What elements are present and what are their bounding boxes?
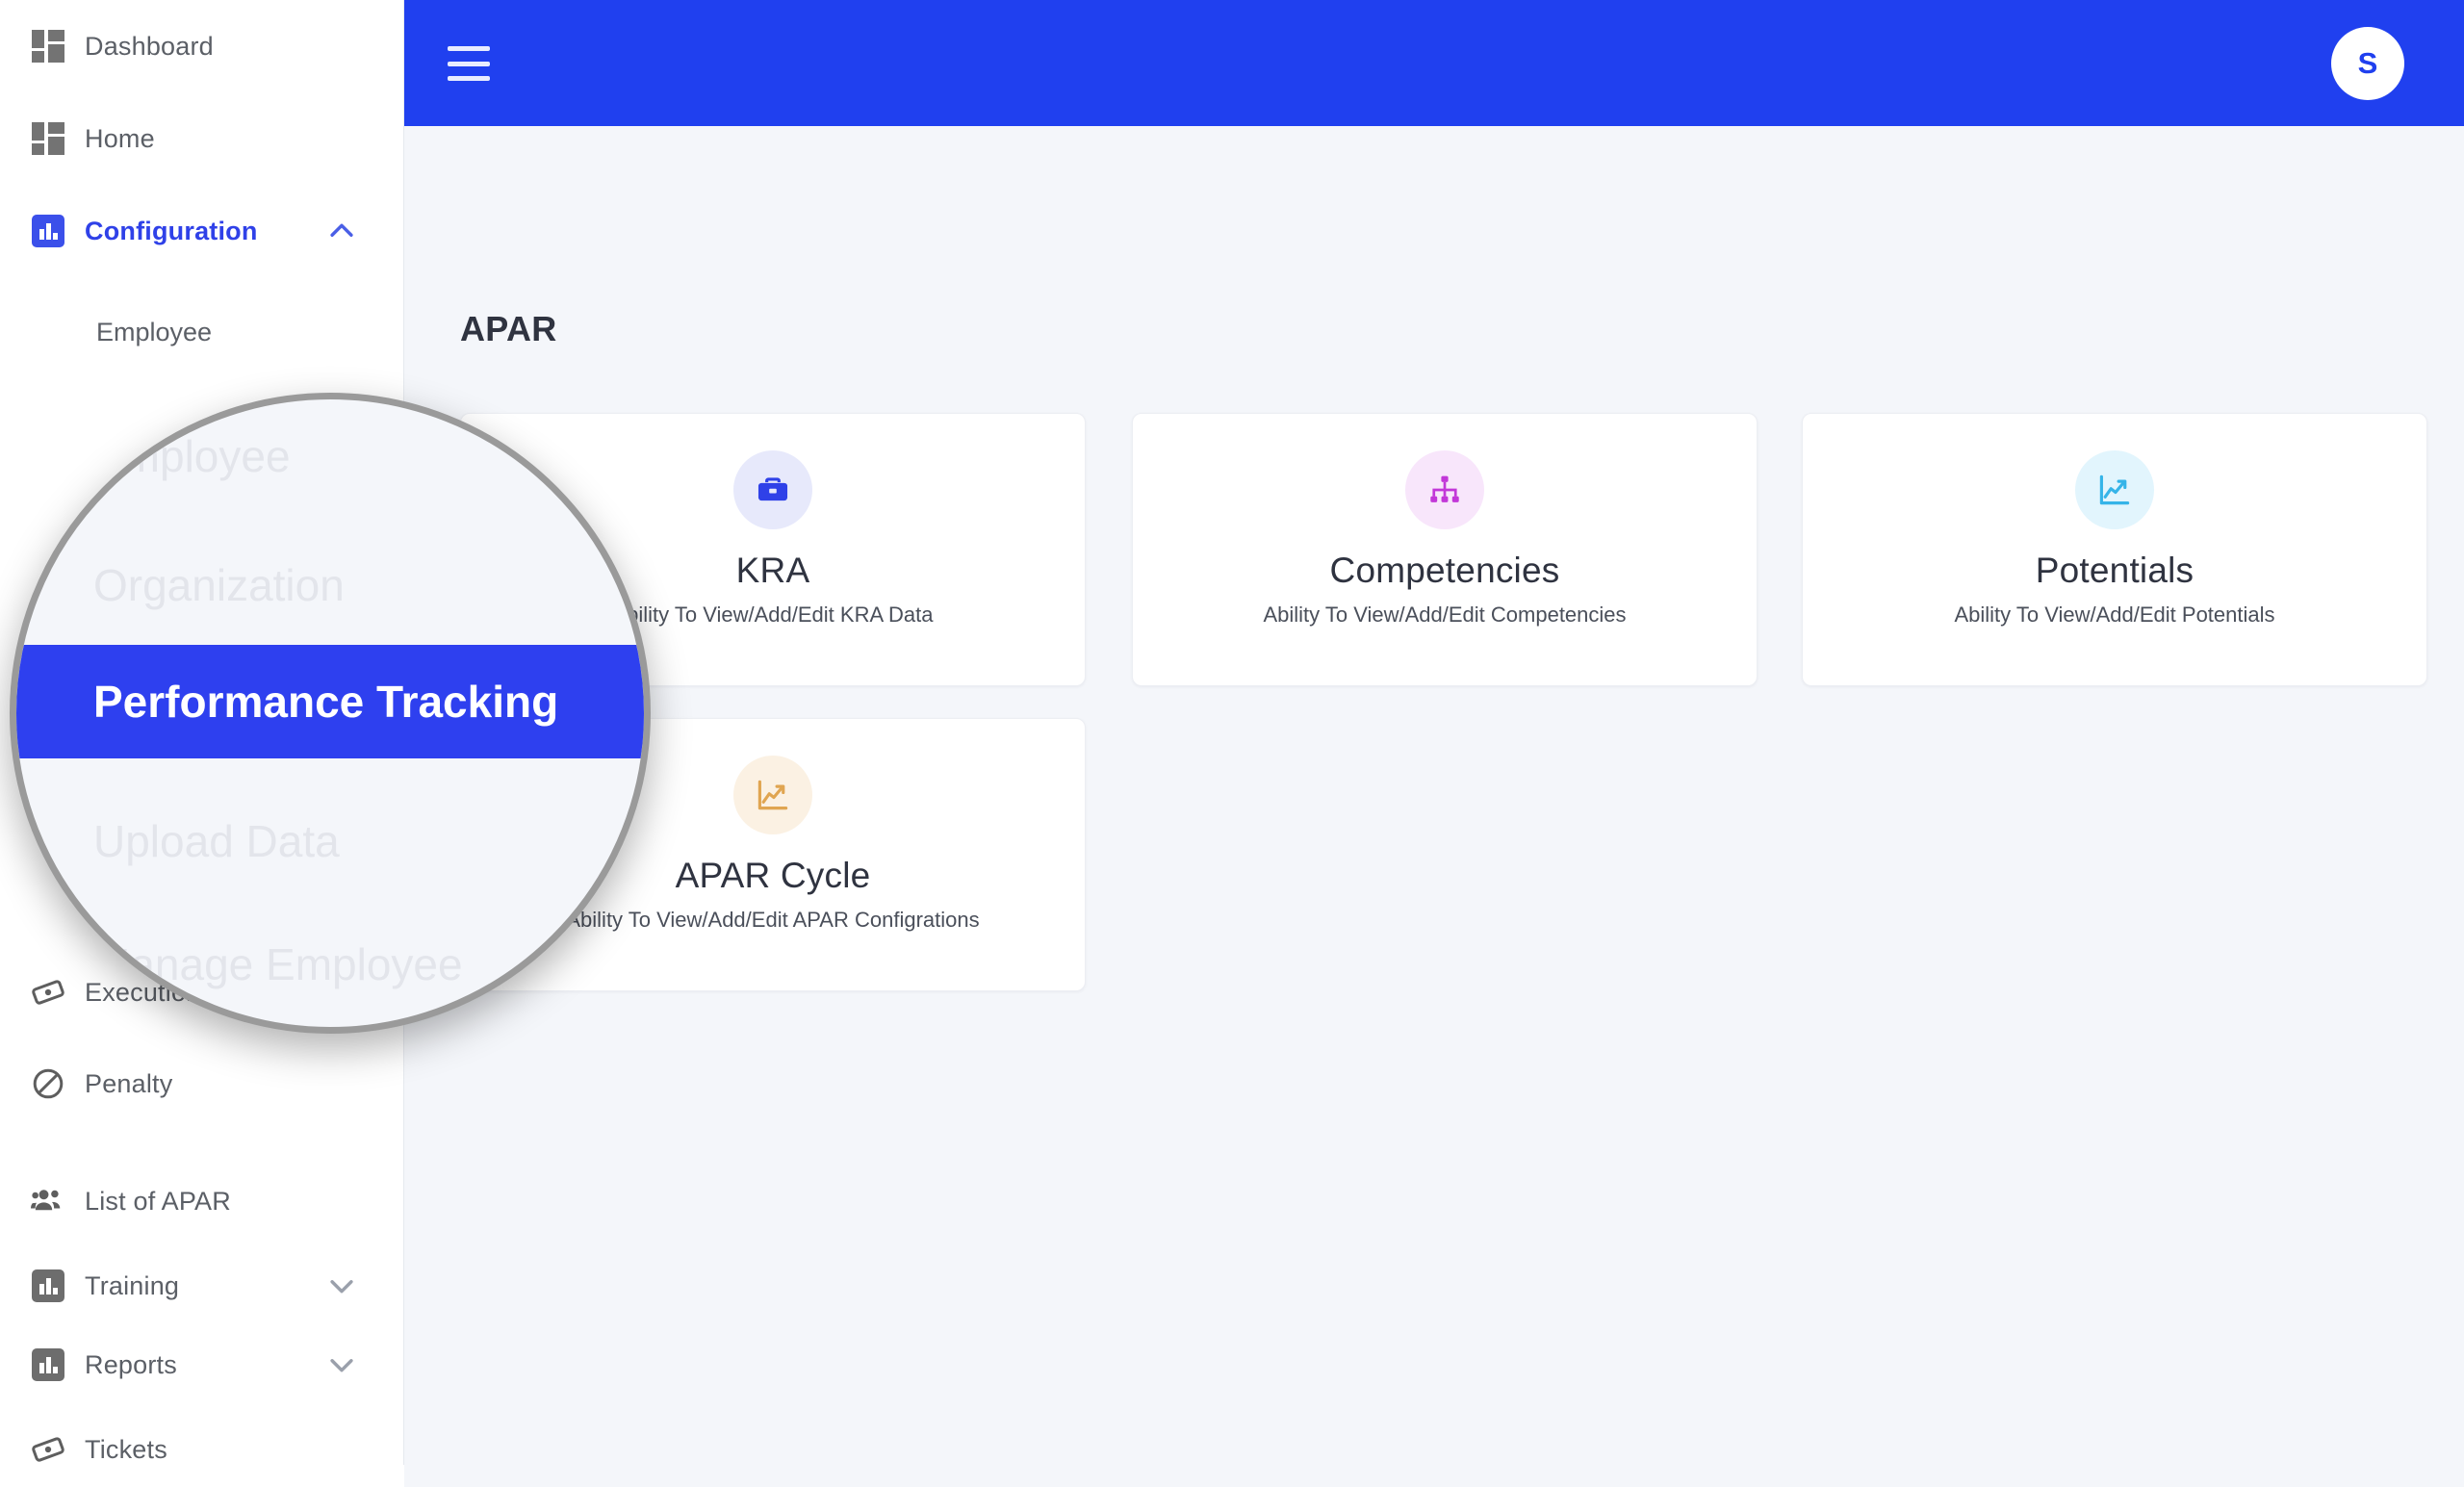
top-bar: S	[404, 0, 2464, 126]
hamburger-menu-icon[interactable]	[448, 46, 490, 81]
lens-row-organization[interactable]: Organization	[16, 528, 644, 642]
sidebar-item-label: Configuration	[85, 216, 258, 245]
dashboard-grid-icon	[29, 27, 67, 65]
users-group-icon	[29, 1182, 67, 1220]
card-competencies[interactable]: Competencies Ability To View/Add/Edit Co…	[1132, 413, 1758, 686]
avatar[interactable]: S	[2331, 27, 2404, 100]
sidebar-item-home[interactable]: Home	[0, 92, 403, 185]
chart-square-icon	[16, 942, 51, 987]
sidebar-item-label: Dashboard	[85, 31, 214, 61]
dashboard-grid-icon	[29, 119, 67, 158]
lens-row-performance-tracking[interactable]: Performance Tracking	[16, 645, 644, 758]
lens-row-label: Upload Data	[93, 816, 340, 866]
magnifier-lens: Employee Organization Performance Tracki…	[10, 393, 651, 1034]
ban-icon	[29, 1064, 67, 1103]
lens-row-label: Employee	[93, 431, 291, 481]
sidebar-item-label: Home	[85, 123, 155, 153]
sidebar-item-label: Penalty	[85, 1068, 173, 1098]
lens-row-manage-employee[interactable]: Manage Employee	[16, 908, 644, 1021]
card-title: APAR Cycle	[675, 856, 871, 895]
sidebar-item-label: List of APAR	[85, 1186, 231, 1216]
page-title: APAR	[460, 309, 557, 348]
card-subtitle: Ability To View/Add/Edit Potentials	[1954, 602, 2275, 627]
sidebar-item-reports[interactable]: Reports	[0, 1319, 403, 1411]
sidebar-item-penalty[interactable]: Penalty	[0, 1038, 403, 1130]
trending-up-chart-icon	[733, 756, 812, 834]
app-root: Dashboard Home Configuration Employee Ex…	[0, 0, 2464, 1487]
sidebar-subitem-employee[interactable]: Employee	[96, 318, 212, 347]
chevron-down-icon[interactable]	[325, 1348, 358, 1381]
magnifier-content: Employee Organization Performance Tracki…	[16, 399, 644, 1027]
org-chart-icon	[1405, 450, 1484, 529]
sidebar-item-configuration[interactable]: Configuration	[0, 185, 403, 277]
card-subtitle: Ability To View/Add/Edit KRA Data	[612, 602, 934, 627]
chart-square-icon	[29, 212, 67, 250]
chart-square-icon	[29, 1346, 67, 1384]
sidebar-item-label: Tickets	[85, 1434, 167, 1464]
lens-row-label: Manage Employee	[93, 939, 463, 989]
sidebar-item-label: Training	[85, 1270, 180, 1300]
lens-row-label: Organization	[93, 560, 345, 610]
chevron-down-icon[interactable]	[325, 1269, 358, 1302]
card-title: Competencies	[1329, 551, 1560, 590]
card-potentials[interactable]: Potentials Ability To View/Add/Edit Pote…	[1802, 413, 2427, 686]
sidebar-item-tickets[interactable]: Tickets	[0, 1403, 403, 1465]
sidebar-item-dashboard[interactable]: Dashboard	[0, 0, 403, 92]
lens-row-label: Performance Tracking	[93, 677, 559, 727]
briefcase-icon	[733, 450, 812, 529]
main-content: APAR KRA Ability To View/Add/Edit KRA Da…	[404, 126, 2464, 1487]
ticket-icon	[29, 1430, 67, 1465]
sidebar-item-label: Reports	[85, 1349, 177, 1379]
chevron-up-icon[interactable]	[325, 215, 358, 247]
chart-square-icon	[29, 1267, 67, 1305]
lens-row-employee[interactable]: Employee	[16, 399, 644, 513]
trending-up-chart-icon	[2075, 450, 2154, 529]
sidebar-item-list-of-apar[interactable]: List of APAR	[0, 1155, 403, 1247]
avatar-initial: S	[2357, 46, 2378, 80]
card-title: KRA	[735, 551, 810, 590]
card-title: Potentials	[2035, 551, 2194, 590]
card-subtitle: Ability To View/Add/Edit Competencies	[1263, 602, 1627, 627]
lens-row-upload-data[interactable]: Upload Data	[16, 784, 644, 898]
